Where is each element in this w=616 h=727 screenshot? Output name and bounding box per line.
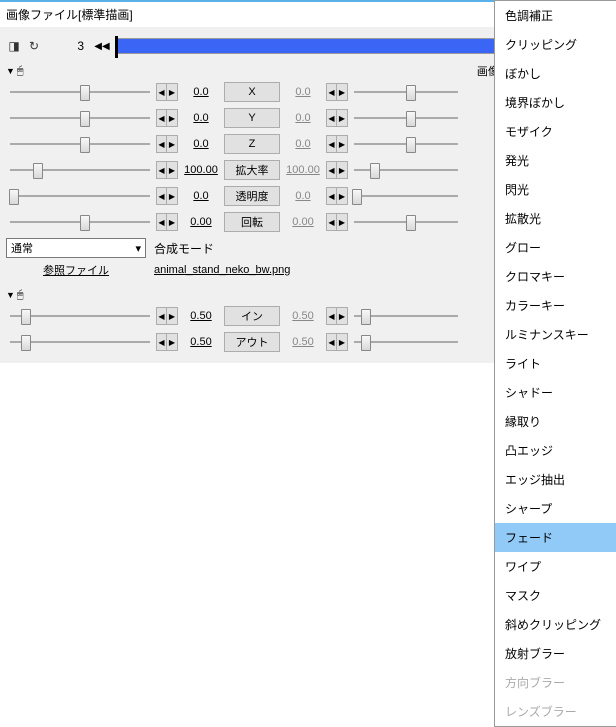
param-name-button[interactable]: X <box>224 82 280 102</box>
slider-left[interactable] <box>6 306 154 326</box>
menu-item[interactable]: シャープ <box>495 494 616 523</box>
value-right[interactable]: 100.00 <box>282 164 324 176</box>
param-name-button[interactable]: 回転 <box>224 212 280 232</box>
value-left[interactable]: 0.50 <box>180 310 222 322</box>
menu-item[interactable]: シャドー <box>495 378 616 407</box>
blend-mode-combo[interactable]: 通常 ▾ <box>6 238 146 258</box>
value-right[interactable]: 0.0 <box>282 138 324 150</box>
slider-left[interactable] <box>6 212 154 232</box>
chevron-down-icon: ▾ <box>135 242 141 255</box>
menu-item[interactable]: 放射ブラー <box>495 639 616 668</box>
value-right[interactable]: 0.0 <box>282 86 324 98</box>
menu-item[interactable]: ワイプ <box>495 552 616 581</box>
collapse-icon[interactable]: ▼ <box>6 66 15 76</box>
slider-left[interactable] <box>6 134 154 154</box>
timeline-bar[interactable] <box>116 38 517 54</box>
slider-left[interactable] <box>6 332 154 352</box>
param-name-button[interactable]: 透明度 <box>224 186 280 206</box>
slider-left[interactable] <box>6 82 154 102</box>
menu-item[interactable]: モザイク <box>495 117 616 146</box>
value-left[interactable]: 0.00 <box>180 216 222 228</box>
slider-left[interactable] <box>6 108 154 128</box>
slider-right[interactable] <box>350 212 462 232</box>
stepper-right[interactable]: ◀▶ <box>326 307 348 325</box>
slider-right[interactable] <box>350 82 462 102</box>
stepper-left[interactable]: ◀▶ <box>156 161 178 179</box>
value-right[interactable]: 0.0 <box>282 190 324 202</box>
blend-mode-label: 合成モード <box>154 240 214 257</box>
stepper-left[interactable]: ◀▶ <box>156 307 178 325</box>
value-left[interactable]: 0.50 <box>180 336 222 348</box>
menu-item[interactable]: 凸エッジ <box>495 436 616 465</box>
menu-item[interactable]: クリッピング <box>495 30 616 59</box>
menu-item[interactable]: 拡散光 <box>495 204 616 233</box>
slider-right[interactable] <box>350 160 462 180</box>
stepper-left[interactable]: ◀▶ <box>156 109 178 127</box>
ref-file-button[interactable]: 参照ファイル <box>6 262 146 278</box>
slider-left[interactable] <box>6 186 154 206</box>
slider-right[interactable] <box>350 306 462 326</box>
value-left[interactable]: 0.0 <box>180 190 222 202</box>
stepper-right[interactable]: ◀▶ <box>326 83 348 101</box>
frame-start: 3 <box>48 39 88 53</box>
mouse-icon: 🖱 <box>17 65 24 78</box>
param-name-button[interactable]: 拡大率 <box>224 160 280 180</box>
value-right[interactable]: 0.50 <box>282 336 324 348</box>
ref-file-name: animal_stand_neko_bw.png <box>154 264 290 276</box>
stepper-left[interactable]: ◀▶ <box>156 187 178 205</box>
menu-item[interactable]: 閃光 <box>495 175 616 204</box>
cycle-icon[interactable]: ↻ <box>26 38 42 54</box>
slider-right[interactable] <box>350 134 462 154</box>
value-right[interactable]: 0.50 <box>282 310 324 322</box>
stepper-right[interactable]: ◀▶ <box>326 213 348 231</box>
menu-item[interactable]: ぼかし <box>495 59 616 88</box>
stepper-right[interactable]: ◀▶ <box>326 187 348 205</box>
menu-item[interactable]: グロー <box>495 233 616 262</box>
seek-back-button[interactable]: ◀◀ <box>94 39 110 53</box>
value-left[interactable]: 0.0 <box>180 86 222 98</box>
menu-item[interactable]: エッジ抽出 <box>495 465 616 494</box>
param-name-button[interactable]: イン <box>224 306 280 326</box>
menu-item[interactable]: マスク <box>495 581 616 610</box>
menu-item[interactable]: カラーキー <box>495 291 616 320</box>
slider-right[interactable] <box>350 332 462 352</box>
menu-item[interactable]: ルミナンスキー <box>495 320 616 349</box>
menu-item[interactable]: 斜めクリッピング <box>495 610 616 639</box>
collapse-icon-2[interactable]: ▼ <box>6 290 15 300</box>
value-right[interactable]: 0.00 <box>282 216 324 228</box>
stepper-right[interactable]: ◀▶ <box>326 135 348 153</box>
menu-item[interactable]: クロマキー <box>495 262 616 291</box>
menu-item: 方向ブラー <box>495 668 616 697</box>
camera-icon[interactable]: ◨ <box>6 38 22 54</box>
effect-menu: 色調補正クリッピングぼかし境界ぼかしモザイク発光閃光拡散光グロークロマキーカラー… <box>494 0 616 727</box>
menu-item[interactable]: 境界ぼかし <box>495 88 616 117</box>
stepper-left[interactable]: ◀▶ <box>156 83 178 101</box>
param-name-button[interactable]: アウト <box>224 332 280 352</box>
param-name-button[interactable]: Y <box>224 108 280 128</box>
stepper-right[interactable]: ◀▶ <box>326 109 348 127</box>
slider-right[interactable] <box>350 108 462 128</box>
menu-item[interactable]: 縁取り <box>495 407 616 436</box>
mouse-icon-2: 🖱 <box>17 289 24 302</box>
stepper-right[interactable]: ◀▶ <box>326 161 348 179</box>
param-name-button[interactable]: Z <box>224 134 280 154</box>
stepper-left[interactable]: ◀▶ <box>156 135 178 153</box>
stepper-left[interactable]: ◀▶ <box>156 333 178 351</box>
menu-item: レンズブラー <box>495 697 616 726</box>
menu-item[interactable]: 発光 <box>495 146 616 175</box>
slider-right[interactable] <box>350 186 462 206</box>
value-left[interactable]: 0.0 <box>180 112 222 124</box>
menu-item[interactable]: ライト <box>495 349 616 378</box>
slider-left[interactable] <box>6 160 154 180</box>
value-left[interactable]: 100.00 <box>180 164 222 176</box>
value-left[interactable]: 0.0 <box>180 138 222 150</box>
stepper-left[interactable]: ◀▶ <box>156 213 178 231</box>
value-right[interactable]: 0.0 <box>282 112 324 124</box>
blend-mode-value: 通常 <box>11 240 33 256</box>
menu-item[interactable]: 色調補正 <box>495 1 616 30</box>
stepper-right[interactable]: ◀▶ <box>326 333 348 351</box>
